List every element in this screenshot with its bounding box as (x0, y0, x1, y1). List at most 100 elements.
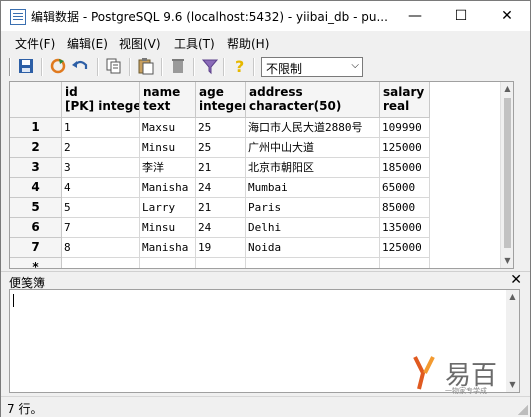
table-cell-address[interactable]: Mumbai (246, 178, 380, 198)
table-cell-address[interactable]: 海口市人民大道2880号 (246, 118, 380, 138)
watermark-subtext: 一物家专学成 (445, 387, 487, 395)
menu-file[interactable]: 文件(F) (15, 35, 55, 52)
table-cell-name[interactable] (140, 258, 196, 268)
row-limit-select[interactable]: 不限制 ⌵ (261, 57, 363, 77)
undo-icon[interactable] (71, 57, 89, 75)
column-name: name (143, 85, 181, 99)
toolbar: ? 不限制 ⌵ (1, 54, 530, 80)
menu-view[interactable]: 视图(V) (119, 35, 161, 52)
edit-data-window: 编辑数据 - PostgreSQL 9.6 (localhost:5432) -… (0, 0, 531, 417)
grid-vertical-scrollbar[interactable]: ▲ ▼ (500, 82, 513, 268)
toolbar-separator (97, 58, 99, 76)
table-cell-address[interactable]: Delhi (246, 218, 380, 238)
toolbar-separator (161, 58, 163, 76)
close-button[interactable]: ✕ (484, 1, 530, 31)
table-cell-salary[interactable]: 65000 (380, 178, 430, 198)
table-cell-address[interactable]: 广州中山大道 (246, 138, 380, 158)
delete-icon[interactable] (169, 57, 187, 75)
table-cell-salary[interactable]: 85000 (380, 198, 430, 218)
table-cell-age[interactable]: 24 (196, 178, 246, 198)
paste-icon[interactable] (137, 57, 155, 75)
column-header-address[interactable]: address character(50) (246, 82, 380, 118)
toolbar-separator (223, 58, 225, 76)
table-cell-salary[interactable]: 125000 (380, 138, 430, 158)
table-cell-salary[interactable]: 125000 (380, 238, 430, 258)
yiibai-logo-icon (413, 356, 435, 390)
table-cell-age[interactable]: 21 (196, 198, 246, 218)
toolbar-separator (129, 58, 131, 76)
table-cell-age[interactable]: 24 (196, 218, 246, 238)
table-cell-age[interactable]: 21 (196, 158, 246, 178)
help-icon[interactable]: ? (231, 57, 249, 75)
copy-icon[interactable] (105, 57, 123, 75)
status-bar: 7 行。 (1, 396, 530, 417)
scratch-pad-close-icon[interactable]: ✕ (510, 272, 522, 288)
table-cell-salary[interactable]: 185000 (380, 158, 430, 178)
table-cell-address[interactable]: Noida (246, 238, 380, 258)
title-bar[interactable]: 编辑数据 - PostgreSQL 9.6 (localhost:5432) -… (1, 1, 530, 31)
resize-grip[interactable] (518, 405, 528, 415)
column-header-salary[interactable]: salary real (380, 82, 430, 118)
row-header[interactable]: 4 (10, 178, 62, 198)
table-cell-address[interactable]: 北京市朝阳区 (246, 158, 380, 178)
data-grid[interactable]: id [PK] integer name text age integer address c… (9, 81, 514, 269)
chevron-down-icon: ⌵ (351, 60, 359, 71)
menu-edit[interactable]: 编辑(E) (67, 35, 108, 52)
row-header[interactable]: 5 (10, 198, 62, 218)
table-cell-name[interactable]: 李洋 (140, 158, 196, 178)
menu-help[interactable]: 帮助(H) (227, 35, 269, 52)
column-header-age[interactable]: age integer (196, 82, 246, 118)
row-header[interactable]: 3 (10, 158, 62, 178)
table-cell-salary[interactable]: 135000 (380, 218, 430, 238)
row-header[interactable]: 1 (10, 118, 62, 138)
minimize-button[interactable]: — (392, 1, 438, 31)
row-header[interactable]: 2 (10, 138, 62, 158)
table-cell-id[interactable]: 2 (62, 138, 140, 158)
row-header[interactable]: 7 (10, 238, 62, 258)
scratch-pad-header: 便笺簿 ✕ (1, 271, 530, 290)
maximize-button[interactable]: ☐ (438, 1, 484, 31)
table-cell-name[interactable]: Manisha (140, 178, 196, 198)
window-title: 编辑数据 - PostgreSQL 9.6 (localhost:5432) -… (31, 10, 388, 24)
table-cell-id[interactable]: 5 (62, 198, 140, 218)
scroll-up-icon[interactable]: ▲ (506, 290, 519, 304)
svg-text:?: ? (235, 57, 244, 75)
table-cell-age[interactable] (196, 258, 246, 268)
column-header-id[interactable]: id [PK] integer (62, 82, 140, 118)
menu-tools[interactable]: 工具(T) (174, 35, 215, 52)
refresh-icon[interactable] (49, 57, 67, 75)
table-cell-name[interactable]: Larry (140, 198, 196, 218)
row-count-status: 7 行。 (7, 402, 43, 416)
column-header-name[interactable]: name text (140, 82, 196, 118)
table-cell-id[interactable]: 7 (62, 218, 140, 238)
scroll-up-icon[interactable]: ▲ (501, 82, 513, 96)
save-icon[interactable] (17, 57, 35, 75)
table-cell-name[interactable]: Minsu (140, 138, 196, 158)
table-cell-id[interactable] (62, 258, 140, 268)
table-cell-age[interactable]: 25 (196, 118, 246, 138)
table-cell-name[interactable]: Manisha (140, 238, 196, 258)
table-cell-id[interactable]: 4 (62, 178, 140, 198)
table-cell-id[interactable]: 1 (62, 118, 140, 138)
table-cell-age[interactable]: 19 (196, 238, 246, 258)
scroll-down-icon[interactable]: ▼ (501, 254, 513, 268)
table-cell-name[interactable]: Maxsu (140, 118, 196, 138)
column-name: id (65, 85, 78, 99)
table-cell-address[interactable] (246, 258, 380, 268)
toolbar-grip (9, 58, 11, 76)
table-cell-id[interactable]: 8 (62, 238, 140, 258)
table-cell-age[interactable]: 25 (196, 138, 246, 158)
toolbar-separator (253, 58, 255, 76)
table-cell-address[interactable]: Paris (246, 198, 380, 218)
filter-icon[interactable] (201, 57, 219, 75)
row-limit-value: 不限制 (266, 62, 303, 76)
menu-bar: 文件(F) 编辑(E) 视图(V) 工具(T) 帮助(H) (1, 32, 530, 53)
table-cell-salary[interactable]: 109990 (380, 118, 430, 138)
grid-corner-header[interactable] (10, 82, 62, 118)
table-cell-name[interactable]: Minsu (140, 218, 196, 238)
table-cell-salary[interactable] (380, 258, 430, 268)
table-cell-id[interactable]: 3 (62, 158, 140, 178)
row-header[interactable]: 6 (10, 218, 62, 238)
row-header[interactable]: * (10, 258, 62, 268)
scrollbar-thumb[interactable] (504, 98, 511, 248)
